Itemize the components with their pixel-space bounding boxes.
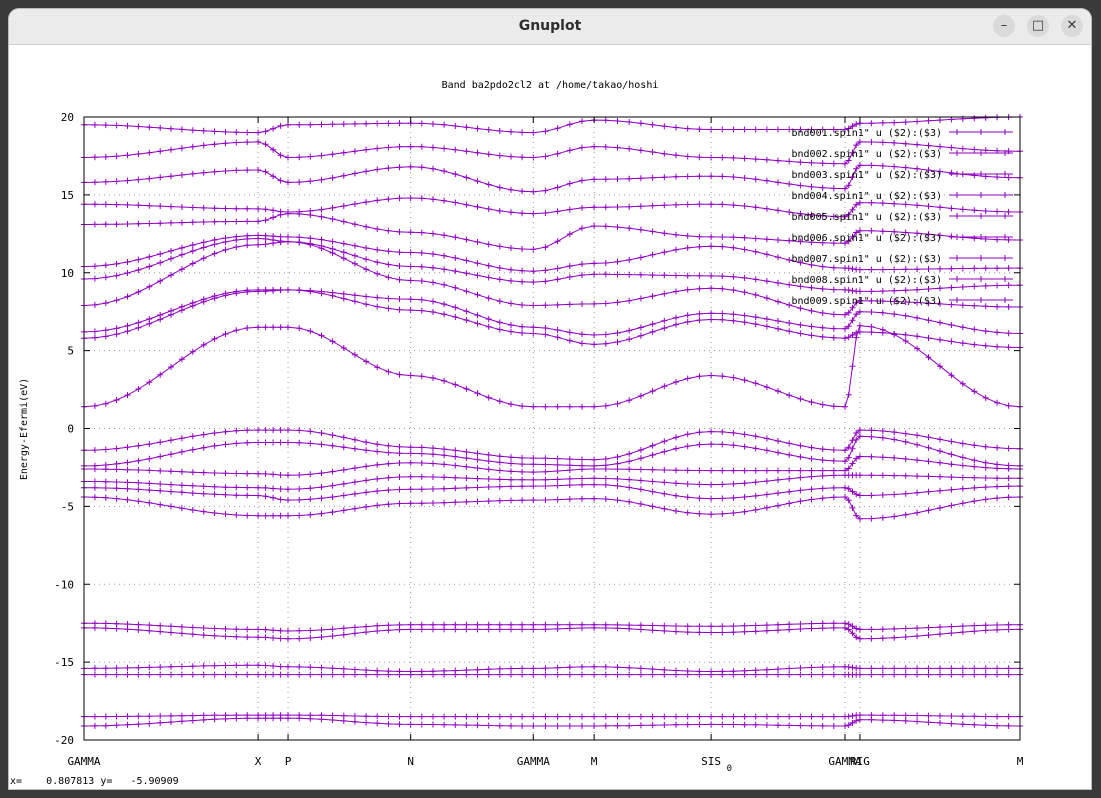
band-series	[81, 662, 1023, 675]
band-series	[81, 624, 1023, 642]
band-point-markers	[81, 620, 1023, 634]
status-y-label: y=	[100, 776, 113, 787]
x-tick-label: M	[591, 755, 598, 768]
legend-label: bnd005.spin1" u ($2):($3)	[791, 212, 942, 223]
x-tick-label: RIG	[850, 755, 870, 768]
band-series	[81, 671, 1023, 678]
legend-marker	[954, 213, 960, 219]
legend-marker	[1002, 129, 1008, 135]
y-tick-label: -15	[54, 656, 74, 669]
band-series	[81, 453, 1023, 479]
y-tick-label: 0	[67, 423, 74, 436]
band-line	[83, 435, 1021, 467]
legend-marker	[978, 192, 984, 198]
band-series	[81, 715, 1023, 729]
chart-title: Band ba2pdo2cl2 at /home/takao/hoshi	[442, 80, 659, 91]
band-series	[81, 712, 1023, 720]
legend-label: bnd002.spin1" u ($2):($3)	[791, 149, 942, 160]
legend-marker	[1002, 297, 1008, 303]
legend-marker	[954, 150, 960, 156]
band-series	[81, 472, 1023, 493]
band-line	[83, 325, 1021, 408]
legend-label: bnd004.spin1" u ($2):($3)	[791, 191, 942, 202]
band-line	[84, 622, 1021, 632]
legend-marker	[1002, 276, 1008, 282]
x-tick-label: X	[255, 755, 262, 768]
x-tick-label: GAMMA	[67, 755, 100, 768]
y-axis-label: Energy-Efermi(eV)	[19, 378, 30, 480]
band-point-markers	[81, 433, 1023, 469]
x-tick-label: M	[1017, 755, 1024, 768]
legend-label: bnd003.spin1" u ($2):($3)	[791, 170, 942, 181]
band-series	[81, 433, 1023, 469]
gnuplot-window: Gnuplot – □ ✕ bnd001.spin1" u ($2):($3) b…	[9, 9, 1091, 789]
x-tick-label: GAMMA	[517, 755, 550, 768]
band-series	[81, 620, 1023, 634]
band-point-markers	[81, 453, 1023, 479]
legend-marker	[978, 276, 984, 282]
y-tick-label: -20	[54, 734, 74, 747]
legend-marker	[954, 255, 960, 261]
close-button[interactable]: ✕	[1061, 15, 1083, 37]
band-line	[84, 455, 1021, 476]
title-bar[interactable]: Gnuplot – □ ✕	[9, 9, 1091, 45]
x-tick-label: SIS	[701, 755, 721, 768]
x-tick-label: 0	[727, 764, 732, 774]
legend-marker	[978, 297, 984, 303]
legend-label: bnd008.spin1" u ($2):($3)	[791, 275, 942, 286]
band-point-markers	[81, 715, 1023, 729]
legend-marker	[978, 213, 984, 219]
y-tick-label: 20	[61, 111, 74, 124]
legend-marker	[1002, 192, 1008, 198]
legend-marker	[978, 255, 984, 261]
legend-label: bnd009.spin1" u ($2):($3)	[791, 296, 942, 307]
y-tick-label: 5	[67, 345, 74, 358]
series-layer	[81, 114, 1023, 729]
grid-layer	[84, 117, 1020, 740]
y-tick-label: -10	[54, 578, 74, 591]
legend-marker	[954, 129, 960, 135]
legend-marker	[978, 129, 984, 135]
legend-marker	[1002, 255, 1008, 261]
legend-marker	[1002, 213, 1008, 219]
band-series	[81, 286, 1023, 338]
legend-label: bnd001.spin1" u ($2):($3)	[791, 128, 942, 139]
band-series	[81, 494, 1023, 522]
legend-marker	[978, 150, 984, 156]
coordinate-readout: x= 0.807813 y= -5.90909	[10, 776, 179, 787]
band-structure-chart: bnd001.spin1" u ($2):($3) bnd002.spin1" u…	[19, 80, 1024, 774]
status-x-label: x=	[10, 776, 23, 787]
band-line	[83, 664, 1020, 673]
y-tick-label: 15	[61, 189, 74, 202]
y-tick-label: 10	[61, 267, 74, 280]
legend-layer: bnd001.spin1" u ($2):($3) bnd002.spin1" u…	[791, 128, 1013, 307]
x-tick-label: P	[285, 755, 292, 768]
plot-canvas[interactable]: bnd001.spin1" u ($2):($3) bnd002.spin1" u…	[9, 45, 1091, 789]
legend-marker	[954, 234, 960, 240]
legend-label: bnd007.spin1" u ($2):($3)	[791, 254, 942, 265]
maximize-button[interactable]: □	[1027, 15, 1049, 37]
legend-marker	[954, 171, 960, 177]
x-tick-label: N	[407, 755, 414, 768]
legend-marker	[954, 276, 960, 282]
legend-marker	[1002, 234, 1008, 240]
band-point-markers	[81, 624, 1023, 642]
y-tick-label: -5	[61, 500, 74, 513]
legend-marker	[1002, 171, 1008, 177]
band-point-markers	[81, 494, 1023, 522]
minimize-button[interactable]: –	[993, 15, 1015, 37]
band-point-markers	[81, 472, 1023, 493]
band-line	[83, 496, 1021, 520]
legend-marker	[954, 297, 960, 303]
band-point-markers	[81, 712, 1023, 720]
window-title: Gnuplot	[518, 18, 582, 34]
status-x-value: 0.807813	[46, 776, 95, 787]
legend-marker	[954, 192, 960, 198]
status-y-value: -5.90909	[130, 776, 179, 787]
legend-label: bnd006.spin1" u ($2):($3)	[791, 233, 942, 244]
